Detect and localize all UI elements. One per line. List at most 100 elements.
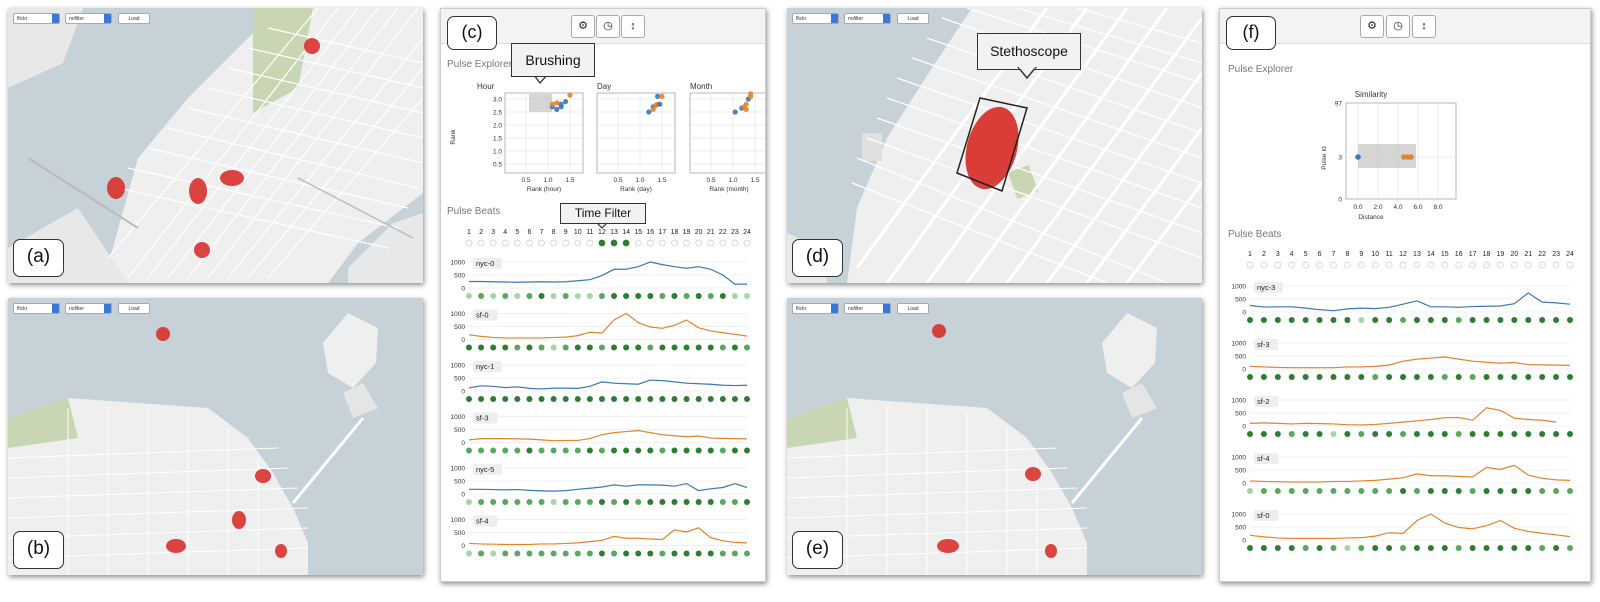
load-button[interactable]: Load	[897, 13, 929, 24]
beat-y-tick: 500	[454, 324, 465, 331]
beat-name: sf-2	[1257, 397, 1270, 406]
beat-dot	[538, 344, 545, 351]
beat-dot	[671, 499, 678, 505]
beat-dot	[1344, 317, 1351, 323]
beat-dot	[659, 550, 666, 557]
hour-filter-toggle[interactable]	[634, 239, 642, 247]
beat-dot	[502, 550, 509, 557]
hour-label: 18	[671, 229, 679, 236]
scatter-point	[567, 92, 573, 98]
hour-filter-toggle[interactable]	[1455, 261, 1463, 269]
pulse-charts-f[interactable]: Similarity0.0 2.0 4.0 6.0 8.09730DistancePul…	[1220, 9, 1591, 582]
hour-filter-toggle[interactable]	[1441, 261, 1449, 269]
hour-filter-toggle[interactable]	[1524, 261, 1532, 269]
beat-dot	[1455, 431, 1462, 437]
hour-filter-toggle[interactable]	[1399, 261, 1407, 269]
hour-filter-toggle[interactable]	[719, 239, 727, 247]
beat-y-tick: 0	[461, 543, 465, 550]
hour-filter-toggle[interactable]	[1316, 261, 1323, 269]
hour-filter-toggle[interactable]	[1357, 261, 1365, 269]
hour-filter-toggle[interactable]	[1385, 261, 1393, 269]
hour-label: 12	[598, 229, 606, 236]
beat-y-tick: 1000	[451, 363, 466, 370]
beat-dot	[574, 447, 581, 454]
map-panel-b[interactable]: flickr nofilter Load (b)	[8, 298, 423, 575]
hour-filter-toggle[interactable]	[731, 239, 739, 247]
hour-filter-toggle[interactable]	[1330, 261, 1337, 269]
hour-filter-toggle[interactable]	[743, 239, 751, 247]
source-select[interactable]: flickr	[13, 303, 60, 314]
hour-filter-toggle[interactable]	[671, 239, 678, 247]
beat-dot	[598, 499, 605, 505]
hour-filter-toggle[interactable]	[610, 239, 618, 247]
filter-select[interactable]: nofilter	[65, 303, 112, 314]
hour-filter-toggle[interactable]	[477, 239, 485, 247]
hour-filter-toggle[interactable]	[489, 239, 497, 247]
hour-filter-toggle[interactable]	[1246, 261, 1254, 269]
source-select[interactable]: flickr	[13, 13, 60, 24]
beat-dot	[744, 293, 750, 299]
beat-dot	[731, 447, 738, 454]
hour-filter-toggle[interactable]	[646, 239, 654, 247]
hour-filter-toggle[interactable]	[501, 239, 509, 247]
source-select[interactable]: flickr	[792, 303, 839, 314]
hour-filter-toggle[interactable]	[562, 239, 570, 247]
beat-dot	[1427, 488, 1434, 494]
hour-filter-toggle[interactable]	[1288, 261, 1296, 269]
hour-filter-toggle[interactable]	[1344, 261, 1351, 269]
beat-dot	[1553, 431, 1560, 437]
beat-dot	[707, 344, 714, 351]
filter-select[interactable]: nofilter	[844, 303, 891, 314]
map-panel-d[interactable]: flickr nofilter Load Stethoscope (d)	[787, 8, 1202, 283]
hour-filter-toggle[interactable]	[622, 239, 630, 247]
y-tick-label: 2.5	[493, 110, 502, 117]
load-button[interactable]: Load	[118, 303, 150, 314]
hour-filter-toggle[interactable]	[538, 239, 545, 247]
hour-filter-toggle[interactable]	[1371, 261, 1379, 269]
hour-filter-toggle[interactable]	[683, 239, 690, 247]
hour-filter-toggle[interactable]	[1260, 261, 1268, 269]
beat-name: sf-4	[1257, 454, 1270, 463]
hour-filter-toggle[interactable]	[1469, 261, 1476, 269]
filter-select[interactable]: nofilter	[844, 13, 891, 24]
pulse-charts-c[interactable]: Hour 3.0 2.5 2.0 1.5 1.0 0.5 0.5 1.0 1.5 Rank (hou…	[441, 9, 766, 582]
hour-filter-toggle[interactable]	[526, 239, 533, 247]
hour-filter-toggle[interactable]	[574, 239, 582, 247]
hour-filter-toggle[interactable]	[695, 239, 703, 247]
beat-dot	[586, 396, 593, 402]
map-panel-a[interactable]: flickr nofilter Load (a)	[8, 8, 423, 283]
beat-line	[1249, 407, 1557, 426]
hour-filter-toggle[interactable]	[1302, 261, 1310, 269]
hour-filter-toggle[interactable]	[1274, 261, 1282, 269]
filter-select[interactable]: nofilter	[65, 13, 112, 24]
load-button[interactable]: Load	[897, 303, 929, 314]
beat-dot	[731, 499, 738, 505]
beat-dot	[1330, 545, 1337, 551]
hour-filter-toggle[interactable]	[1497, 261, 1504, 269]
hour-filter-toggle[interactable]	[586, 239, 594, 247]
source-select[interactable]: flickr	[792, 13, 839, 24]
hour-filter-toggle[interactable]	[1552, 261, 1560, 269]
hour-filter-toggle[interactable]	[513, 239, 521, 247]
beat-dot	[1483, 545, 1490, 551]
hour-label: 14	[622, 229, 630, 236]
hour-filter-toggle[interactable]	[1510, 261, 1518, 269]
hour-filter-toggle[interactable]	[1483, 261, 1490, 269]
beat-dot	[1469, 374, 1476, 380]
beat-dot	[1302, 374, 1309, 380]
hour-filter-toggle[interactable]	[465, 239, 473, 247]
map-panel-e[interactable]: flickr nofilter Load (e)	[787, 298, 1202, 575]
hour-filter-toggle[interactable]	[659, 239, 666, 247]
hour-filter-toggle[interactable]	[598, 239, 606, 247]
hour-filter-toggle[interactable]	[1413, 261, 1421, 269]
hour-filter-toggle[interactable]	[550, 239, 557, 247]
hour-filter-toggle[interactable]	[1566, 261, 1574, 269]
load-button[interactable]: Load	[118, 13, 150, 24]
beat-dot	[1511, 488, 1518, 494]
beat-dot	[1525, 431, 1532, 437]
hour-filter-toggle[interactable]	[707, 239, 715, 247]
hour-filter-toggle[interactable]	[1538, 261, 1546, 269]
y-tick-label: 0	[1338, 197, 1342, 204]
hour-filter-toggle[interactable]	[1427, 261, 1435, 269]
beat-y-tick: 1000	[451, 260, 466, 267]
